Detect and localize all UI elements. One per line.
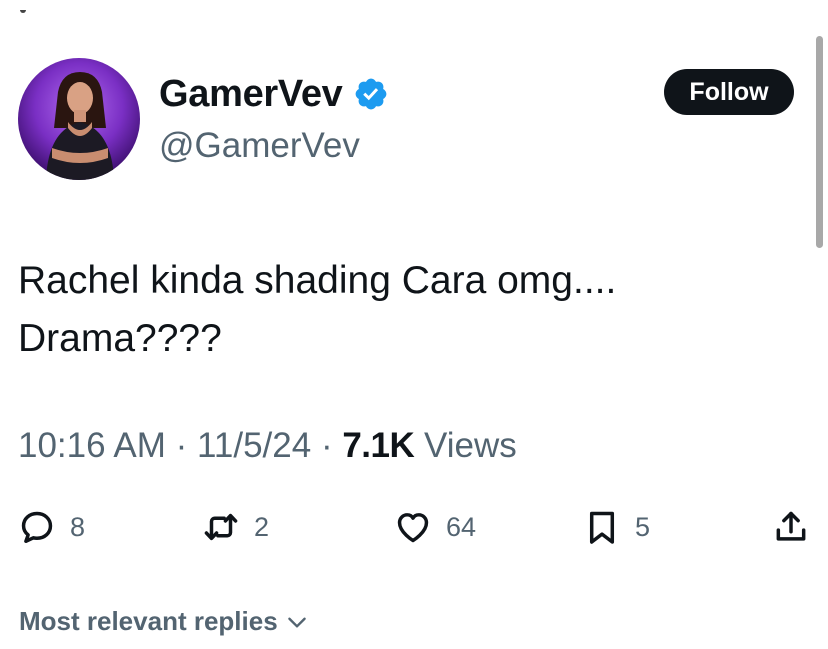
bookmark-button[interactable]: 5	[583, 506, 650, 548]
follow-button[interactable]: Follow	[664, 69, 794, 115]
replies-sort-label: Most relevant replies	[19, 606, 278, 636]
like-count: 64	[446, 511, 477, 542]
scrollbar[interactable]	[816, 36, 823, 248]
avatar-image	[18, 58, 140, 180]
name-row: GamerVev	[159, 72, 389, 116]
reply-button[interactable]: 8	[18, 506, 85, 548]
meta-separator: ·	[320, 426, 333, 465]
replies-sort-dropdown[interactable]: Most relevant replies	[19, 606, 310, 637]
tweet-date[interactable]: 11/5/24	[197, 426, 311, 465]
repost-count: 2	[254, 511, 270, 542]
verified-badge-icon[interactable]	[353, 76, 389, 112]
reply-count: 8	[70, 511, 86, 542]
share-icon	[776, 511, 806, 541]
share-button[interactable]	[772, 506, 810, 548]
like-button[interactable]: 64	[394, 506, 476, 548]
views-count: 7.1K	[342, 426, 415, 465]
display-name[interactable]: GamerVev	[159, 72, 343, 116]
meta-separator: ·	[175, 426, 188, 465]
tweet-line: Drama????	[18, 317, 222, 360]
repost-button[interactable]: 2	[202, 506, 269, 548]
user-handle[interactable]: @GamerVev	[159, 126, 360, 166]
tweet-time[interactable]: 10:16 AM	[18, 426, 166, 465]
tweet-text: Rachel kinda shading Cara omg.... Drama?…	[18, 252, 798, 368]
tweet-meta: 10:16 AM · 11/5/24 · 7.1K Views	[18, 424, 517, 468]
chevron-down-icon	[287, 617, 306, 628]
tweet-line: Rachel kinda shading Cara omg....	[18, 259, 617, 302]
bookmark-icon	[589, 511, 615, 544]
avatar[interactable]	[18, 58, 140, 180]
reply-icon	[21, 511, 53, 543]
views-label: Views	[424, 426, 517, 465]
bookmark-count: 5	[635, 511, 651, 542]
like-icon	[397, 513, 429, 543]
status-bar-remnant	[20, 0, 80, 13]
repost-icon	[204, 513, 238, 541]
